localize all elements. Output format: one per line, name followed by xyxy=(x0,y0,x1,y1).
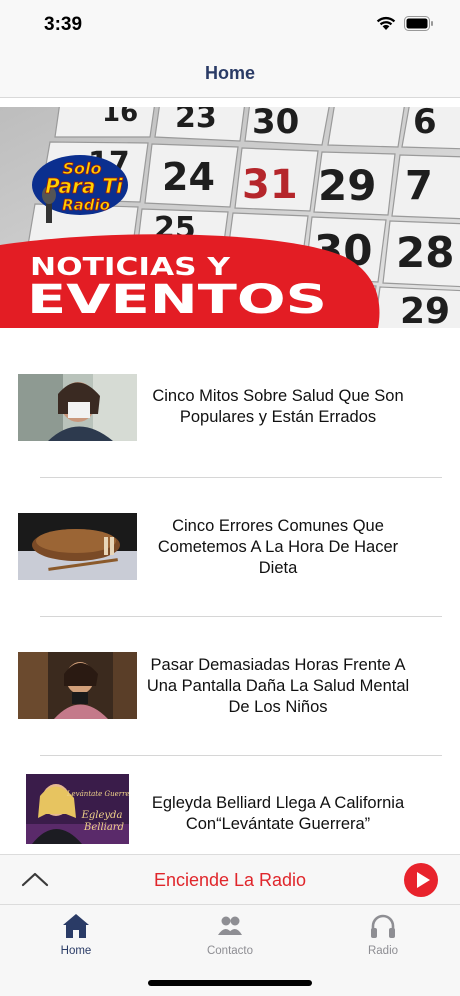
battery-icon xyxy=(404,16,434,31)
nav-bar: Home xyxy=(0,50,460,98)
tab-label: Home xyxy=(60,945,92,957)
thumbnail-caption: Belliard xyxy=(83,822,124,833)
tab-label: Contacto xyxy=(206,945,254,957)
calendar-number: 29 xyxy=(400,291,450,328)
radio-player-bar[interactable]: Enciende La Radio xyxy=(0,854,460,904)
radio-label[interactable]: Enciende La Radio xyxy=(0,870,460,891)
news-list[interactable]: Cinco Mitos Sobre Salud Que Son Populare… xyxy=(0,340,460,854)
calendar-banner-image: 16 23 30 24 31 29 30 28 17 7 6 25 29 Sol… xyxy=(0,107,460,328)
news-title: Pasar Demasiadas Horas Frente A Una Pant… xyxy=(146,656,410,716)
news-title: Cinco Mitos Sobre Salud Que Son Populare… xyxy=(152,387,404,426)
wifi-icon xyxy=(376,16,396,31)
calendar-number: 31 xyxy=(242,162,298,208)
tab-label: Radio xyxy=(367,945,399,957)
home-indicator xyxy=(148,980,312,986)
list-divider xyxy=(40,755,442,756)
status-bar: 3:39 xyxy=(0,0,460,50)
logo-text: Radio xyxy=(62,196,110,214)
news-item[interactable]: Pasar Demasiadas Horas Frente A Una Pant… xyxy=(0,618,460,757)
page-title: Home xyxy=(204,63,255,83)
thumbnail-caption: Levántate Guerrera xyxy=(66,790,129,798)
calendar-number: 24 xyxy=(162,155,215,199)
play-button[interactable] xyxy=(404,863,438,897)
thumbnail-caption: Egleyda xyxy=(81,810,123,821)
logo-text: Para Ti xyxy=(45,174,124,198)
tab-radio[interactable]: Radio xyxy=(323,913,443,965)
calendar-number: 30 xyxy=(252,107,299,142)
banner-headline-line2: EVENTOS xyxy=(27,277,327,323)
news-thumbnail: Levántate Guerrera Egleyda Belliard xyxy=(26,774,129,844)
tab-contacto[interactable]: Contacto xyxy=(170,913,290,965)
calendar-number: 7 xyxy=(405,163,433,209)
calendar-number: 28 xyxy=(396,228,454,277)
status-icons xyxy=(376,16,434,31)
news-item[interactable]: Cinco Mitos Sobre Salud Que Son Populare… xyxy=(0,340,460,479)
status-time: 3:39 xyxy=(44,14,83,35)
calendar-number: 16 xyxy=(102,107,138,128)
calendar-number: 29 xyxy=(318,161,376,210)
news-thumbnail xyxy=(18,513,137,580)
calendar-number: 23 xyxy=(175,107,217,135)
news-title: Cinco Errores Comunes Que Cometemos A La… xyxy=(157,517,399,577)
news-thumbnail xyxy=(18,374,137,441)
contacts-icon xyxy=(218,916,242,935)
calendar-number: 6 xyxy=(413,107,437,142)
news-thumbnail xyxy=(18,652,137,719)
list-divider xyxy=(40,477,442,478)
news-title: Egleyda Belliard Llega A California Con“… xyxy=(151,794,405,833)
list-divider xyxy=(40,616,442,617)
home-icon xyxy=(63,914,89,938)
news-item[interactable]: Cinco Errores Comunes Que Cometemos A La… xyxy=(0,479,460,618)
news-banner[interactable]: 16 23 30 24 31 29 30 28 17 7 6 25 29 Sol… xyxy=(0,107,460,328)
play-icon xyxy=(417,872,430,888)
tab-home[interactable]: Home xyxy=(16,913,136,965)
headphones-icon xyxy=(371,914,395,938)
news-item[interactable]: Levántate Guerrera Egleyda Belliard Egle… xyxy=(0,757,460,854)
